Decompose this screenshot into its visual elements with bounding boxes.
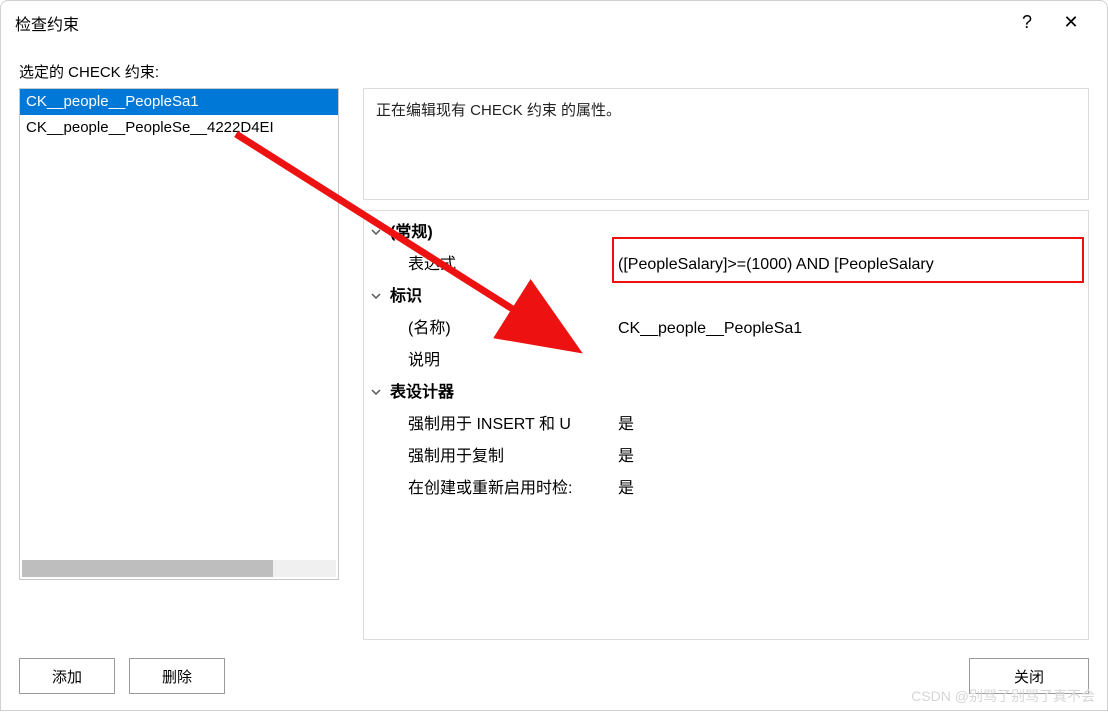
property-value[interactable]: 是 <box>614 409 1088 441</box>
dialog-title: 检查约束 <box>15 11 79 35</box>
delete-button[interactable]: 删除 <box>129 658 225 694</box>
delete-button-label: 删除 <box>162 666 192 687</box>
category-label: (常规) <box>388 217 614 249</box>
chevron-down-icon[interactable] <box>364 217 388 249</box>
chevron-down-icon[interactable] <box>364 377 388 409</box>
horizontal-scrollbar[interactable] <box>22 560 336 577</box>
help-icon: ? <box>1022 12 1032 33</box>
property-row-enforce-insert[interactable]: 强制用于 INSERT 和 U 是 <box>364 409 1088 441</box>
left-column: CK__people__PeopleSa1 CK__people__People… <box>19 88 339 640</box>
property-value[interactable]: ([PeopleSalary]>=(1000) AND [PeopleSalar… <box>614 249 1088 281</box>
list-label: 选定的 CHECK 约束: <box>19 61 1089 82</box>
property-label: 表达式 <box>388 249 614 281</box>
chevron-down-icon[interactable] <box>364 281 388 313</box>
property-label: 说明 <box>388 345 614 377</box>
property-category[interactable]: 表设计器 <box>364 377 1088 409</box>
property-label: (名称) <box>388 313 614 345</box>
property-label: 强制用于 INSERT 和 U <box>388 409 614 441</box>
list-item[interactable]: CK__people__PeopleSe__4222D4EI <box>20 115 338 141</box>
category-label: 标识 <box>388 281 614 313</box>
check-constraints-dialog: 检查约束 ? ✕ 选定的 CHECK 约束: CK__people__Peopl… <box>0 0 1108 711</box>
property-value[interactable]: 是 <box>614 441 1088 473</box>
property-label: 强制用于复制 <box>388 441 614 473</box>
footer: 添加 删除 关闭 <box>1 640 1107 710</box>
dialog-body: 选定的 CHECK 约束: CK__people__PeopleSa1 CK__… <box>1 45 1107 640</box>
add-button[interactable]: 添加 <box>19 658 115 694</box>
close-icon: ✕ <box>1063 12 1078 33</box>
property-row-check-on-create[interactable]: 在创建或重新启用时检: 是 <box>364 473 1088 505</box>
property-value[interactable]: 是 <box>614 473 1088 505</box>
list-item[interactable]: CK__people__PeopleSa1 <box>20 89 338 115</box>
property-row-enforce-replication[interactable]: 强制用于复制 是 <box>364 441 1088 473</box>
help-button[interactable]: ? <box>1005 1 1049 45</box>
close-button[interactable]: 关闭 <box>969 658 1089 694</box>
property-row-expression[interactable]: 表达式 ([PeopleSalary]>=(1000) AND [PeopleS… <box>364 249 1088 281</box>
category-label: 表设计器 <box>388 377 614 409</box>
property-grid[interactable]: (常规) 表达式 ([PeopleSalary]>=(1000) AND [Pe… <box>363 210 1089 640</box>
columns: CK__people__PeopleSa1 CK__people__People… <box>19 88 1089 640</box>
property-row-description[interactable]: 说明 <box>364 345 1088 377</box>
close-button-label: 关闭 <box>1014 666 1044 687</box>
titlebar: 检查约束 ? ✕ <box>1 1 1107 45</box>
right-column: 正在编辑现有 CHECK 约束 的属性。 (常规) 表达式 ([PeopleSa… <box>363 88 1089 640</box>
description-text: 正在编辑现有 CHECK 约束 的属性。 <box>376 102 621 119</box>
property-row-name[interactable]: (名称) CK__people__PeopleSa1 <box>364 313 1088 345</box>
property-category[interactable]: (常规) <box>364 217 1088 249</box>
description-panel: 正在编辑现有 CHECK 约束 的属性。 <box>363 88 1089 200</box>
property-category[interactable]: 标识 <box>364 281 1088 313</box>
property-label: 在创建或重新启用时检: <box>388 473 614 505</box>
constraint-listbox[interactable]: CK__people__PeopleSa1 CK__people__People… <box>19 88 339 580</box>
property-value[interactable]: CK__people__PeopleSa1 <box>614 313 1088 345</box>
scrollbar-thumb[interactable] <box>22 560 273 577</box>
add-button-label: 添加 <box>52 666 82 687</box>
close-window-button[interactable]: ✕ <box>1049 1 1093 45</box>
